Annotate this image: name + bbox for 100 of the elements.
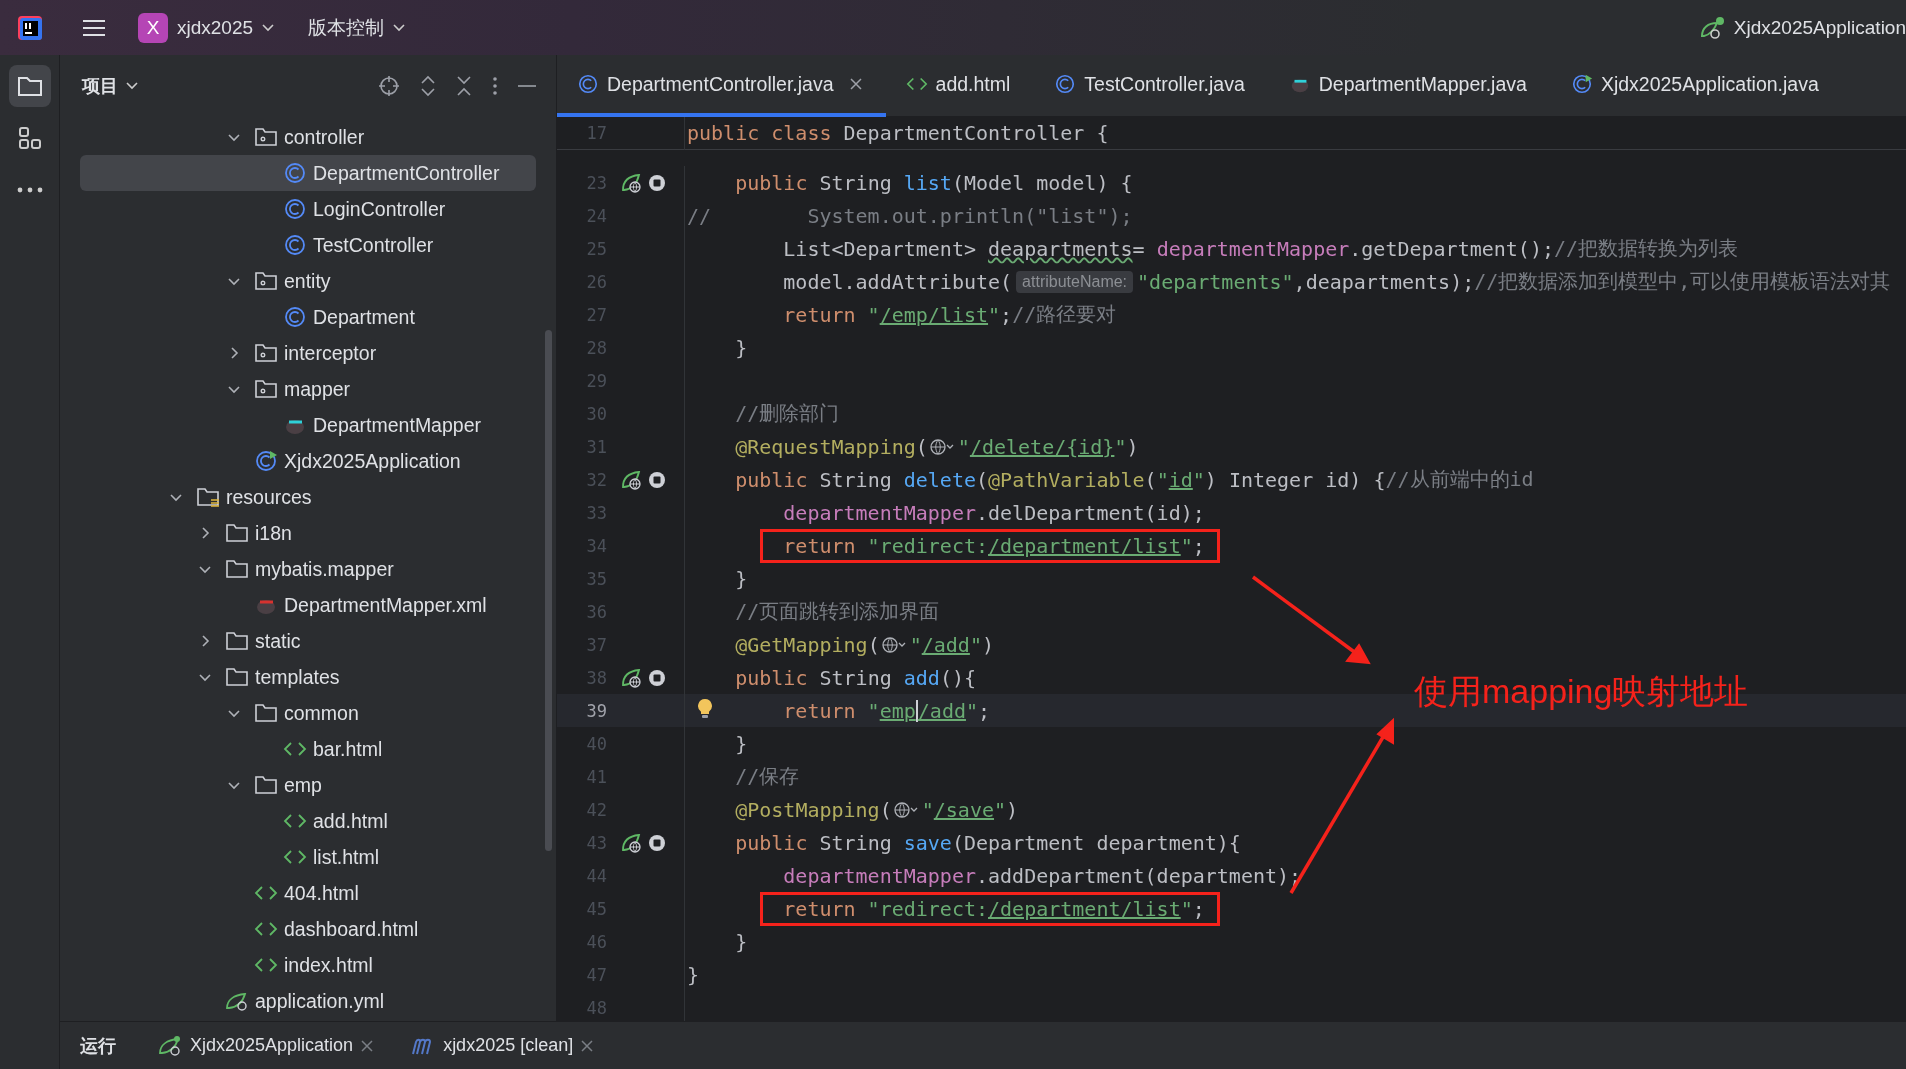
tree-item[interactable]: LoginController xyxy=(80,191,536,227)
code-line: } xyxy=(735,566,748,591)
class-icon xyxy=(283,162,307,184)
run-tab[interactable]: Xjdx2025Application xyxy=(152,1030,380,1061)
code-line: // System.out.println("list"); xyxy=(687,203,1133,228)
file-tab[interactable]: TestController.java xyxy=(1034,55,1269,117)
stop-icon[interactable] xyxy=(648,668,666,687)
leaf-globe-icon[interactable] xyxy=(621,171,643,194)
class-icon xyxy=(577,73,599,95)
app-logo-icon xyxy=(18,15,42,40)
code-line: } xyxy=(735,335,748,360)
code-line: //保存 xyxy=(735,763,800,790)
tree-item[interactable]: index.html xyxy=(80,947,536,983)
file-tab[interactable]: DepartmentController.java xyxy=(557,55,886,117)
tree-item[interactable]: DepartmentMapper xyxy=(80,407,536,443)
leaf-globe-icon[interactable] xyxy=(621,666,643,689)
package-folder-icon xyxy=(254,270,278,292)
class-icon xyxy=(283,234,307,256)
resources-folder-icon xyxy=(196,486,220,508)
more-icon xyxy=(16,187,43,193)
package-folder-icon xyxy=(254,126,278,148)
file-tab[interactable]: DepartmentMapper.java xyxy=(1268,55,1551,117)
tree-item[interactable]: DepartmentController xyxy=(80,155,536,191)
project-switcher[interactable]: X xjdx2025 xyxy=(128,6,285,49)
code-line: } xyxy=(735,731,748,756)
tree-item[interactable]: i18n xyxy=(80,515,536,551)
code-line: @PostMapping( "/save") xyxy=(735,797,1019,822)
folder-icon xyxy=(254,774,278,796)
leaf-icon xyxy=(158,1034,182,1057)
project-tool-button[interactable] xyxy=(8,65,51,107)
close-icon[interactable] xyxy=(361,1039,374,1052)
tree-item[interactable]: bar.html xyxy=(80,731,536,767)
tree-item[interactable]: resources xyxy=(80,479,536,515)
tree-item[interactable]: entity xyxy=(80,263,536,299)
close-icon[interactable] xyxy=(849,78,862,90)
code-line: //页面跳转到添加界面 xyxy=(735,598,940,625)
code-line: model.addAttribute( attributeName: "departments",deapartments);//把数据添加到模型中,可以使用模板语法对其 xyxy=(783,268,1891,295)
tree-item[interactable]: common xyxy=(80,695,536,731)
tree-item[interactable]: dashboard.html xyxy=(80,911,536,947)
structure-icon xyxy=(17,126,42,150)
close-icon[interactable] xyxy=(581,1039,594,1052)
leaf-icon xyxy=(1698,15,1725,40)
menu-icon xyxy=(82,17,106,38)
code-line: List<Department> deapartments= departmentMapper.getDepartment();//把数据转换为列表 xyxy=(783,235,1739,262)
tree-item[interactable]: mybatis.mapper xyxy=(80,551,536,587)
tree-item[interactable]: DepartmentMapper.xml xyxy=(80,587,536,623)
leaf-globe-icon[interactable] xyxy=(621,831,643,854)
vcs-menu[interactable]: 版本控制 xyxy=(298,8,416,47)
caret-icon xyxy=(262,23,275,32)
tree-item[interactable]: application.yml xyxy=(80,983,536,1019)
run-config-selector[interactable]: Xjdx2025Application xyxy=(1688,9,1906,46)
expand-all-icon[interactable] xyxy=(420,75,436,97)
code-line: public class DepartmentController { xyxy=(687,121,1109,145)
folder-icon xyxy=(225,522,249,544)
tree-item[interactable]: Xjdx2025Application xyxy=(80,443,536,479)
code-line: public String delete(@PathVariable("id") Integer id) {//从前端中的id xyxy=(735,466,1534,493)
minimize-icon[interactable] xyxy=(518,84,536,88)
class-icon xyxy=(283,306,307,328)
kebab-menu-icon[interactable] xyxy=(492,76,498,96)
folder-icon xyxy=(16,75,43,97)
caret-icon xyxy=(393,23,406,32)
file-tab[interactable]: Xjdx2025Application.java xyxy=(1550,55,1843,117)
project-view-selector[interactable]: 项目 xyxy=(78,70,142,102)
collapse-all-icon[interactable] xyxy=(456,75,472,97)
tree-item[interactable]: mapper xyxy=(80,371,536,407)
tree-item[interactable]: static xyxy=(80,623,536,659)
lightbulb-icon[interactable] xyxy=(697,698,713,720)
run-tab[interactable]: xjdx2025 [clean] xyxy=(405,1031,600,1060)
tree-item[interactable]: Department xyxy=(80,299,536,335)
folder-icon xyxy=(225,666,249,688)
code-line: public String save(Department department){ xyxy=(735,830,1241,855)
code-line: @GetMapping( "/add") xyxy=(735,632,994,657)
folder-icon xyxy=(254,702,278,724)
leaf-globe-icon[interactable] xyxy=(621,468,643,491)
code-line: return "emp/add"; xyxy=(783,698,991,723)
code-line: public String list(Model model) { xyxy=(735,170,1133,195)
tree-item[interactable]: 404.html xyxy=(80,875,536,911)
package-folder-icon xyxy=(254,342,278,364)
folder-icon xyxy=(225,630,249,652)
scrollbar[interactable] xyxy=(545,330,552,851)
annotation-text: 使用mapping映射地址 xyxy=(1414,671,1749,712)
tree-item[interactable]: emp xyxy=(80,767,536,803)
code-line: } xyxy=(687,962,700,987)
code-line: departmentMapper.addDepartment(department); xyxy=(783,863,1302,888)
tree-item[interactable]: templates xyxy=(80,659,536,695)
file-tab[interactable]: add.html xyxy=(885,55,1035,117)
class-icon xyxy=(283,198,307,220)
class-icon xyxy=(1054,73,1077,95)
crosshair-icon[interactable] xyxy=(378,75,400,97)
tree-item[interactable]: list.html xyxy=(80,839,536,875)
tree-item[interactable]: add.html xyxy=(80,803,536,839)
stop-icon[interactable] xyxy=(648,470,666,489)
tree-item[interactable]: interceptor xyxy=(80,335,536,371)
code-line: @RequestMapping( "/delete/{id}") xyxy=(735,434,1139,459)
stop-icon[interactable] xyxy=(648,833,666,852)
tree-item[interactable]: controller xyxy=(80,119,536,155)
app-class-icon xyxy=(1570,73,1593,95)
package-folder-icon xyxy=(254,378,278,400)
stop-icon[interactable] xyxy=(648,173,666,192)
tree-item[interactable]: TestController xyxy=(80,227,536,263)
